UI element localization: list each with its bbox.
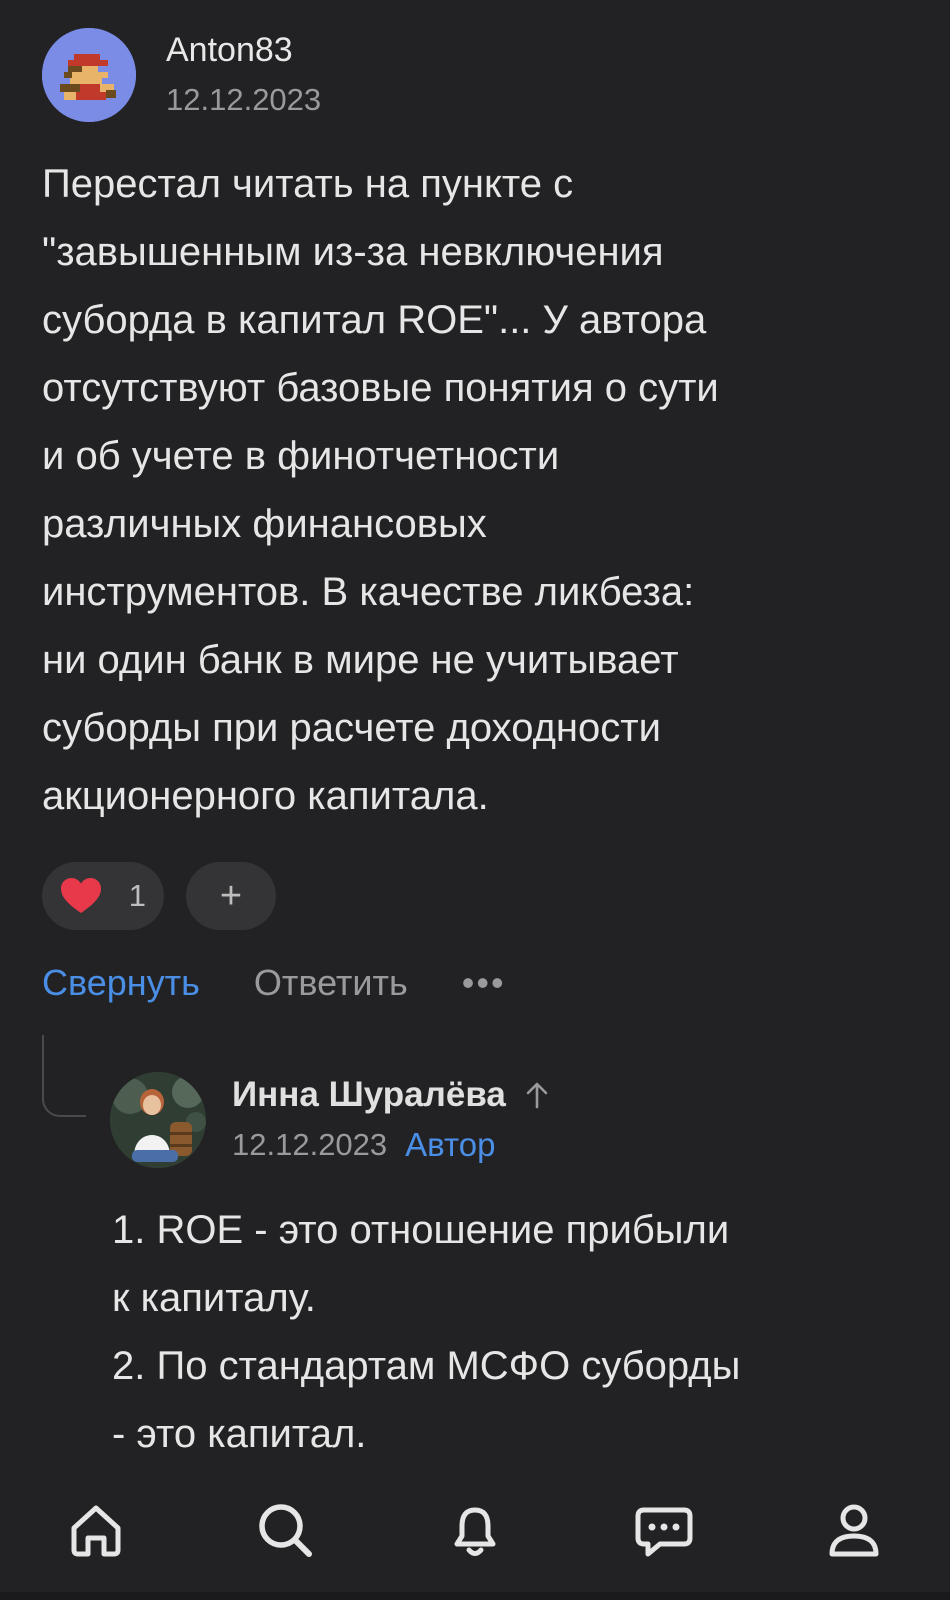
avatar[interactable] — [42, 28, 136, 122]
nav-profile[interactable] — [816, 1492, 892, 1568]
arrow-up-icon[interactable] — [524, 1080, 550, 1110]
pixel-character-avatar-image — [42, 28, 136, 122]
bottom-navigation — [0, 1480, 950, 1600]
profile-icon — [829, 1504, 879, 1557]
plus-icon: + — [219, 874, 243, 917]
author-badge: Автор — [405, 1126, 496, 1163]
reactions-bar: 1 + — [42, 862, 276, 930]
comment-date: 12.12.2023 — [166, 82, 322, 117]
system-bar — [0, 1592, 950, 1600]
nav-notifications[interactable] — [437, 1492, 513, 1568]
thread-connector — [42, 1035, 86, 1117]
comment-author-name[interactable]: Anton83 — [166, 28, 321, 72]
comment-header: Anton83 12.12.2023 — [42, 28, 321, 122]
heart-icon — [61, 878, 101, 913]
profile-photo-avatar-image — [110, 1072, 206, 1168]
add-reaction-button[interactable]: + — [186, 862, 276, 930]
nav-search[interactable] — [247, 1492, 323, 1568]
home-icon — [71, 1505, 121, 1557]
nav-messages[interactable] — [626, 1492, 702, 1568]
search-icon — [259, 1504, 312, 1557]
more-options-icon[interactable]: ••• — [462, 962, 506, 1004]
reply-button[interactable]: Ответить — [254, 962, 408, 1004]
reply-header: Инна Шуралёва 12.12.2023 Автор — [110, 1072, 550, 1168]
reply-author-name[interactable]: Инна Шуралёва — [232, 1073, 506, 1117]
bell-icon — [454, 1507, 496, 1556]
reply-date: 12.12.2023 — [232, 1127, 388, 1162]
comment-text: Перестал читать на пункте с "завышенным … — [42, 162, 719, 818]
nav-home[interactable] — [58, 1492, 134, 1568]
reply-text: 1. ROE - это отношение прибыли к капитал… — [112, 1208, 741, 1456]
collapse-button[interactable]: Свернуть — [42, 962, 200, 1004]
comment-thread-screen: Anton83 12.12.2023 Перестал читать на пу… — [0, 0, 950, 1600]
avatar[interactable] — [110, 1072, 206, 1168]
chat-icon — [635, 1507, 693, 1557]
comment-actions: Свернуть Ответить ••• — [42, 962, 506, 1004]
like-reaction-button[interactable]: 1 — [42, 862, 164, 930]
like-count: 1 — [128, 878, 146, 913]
